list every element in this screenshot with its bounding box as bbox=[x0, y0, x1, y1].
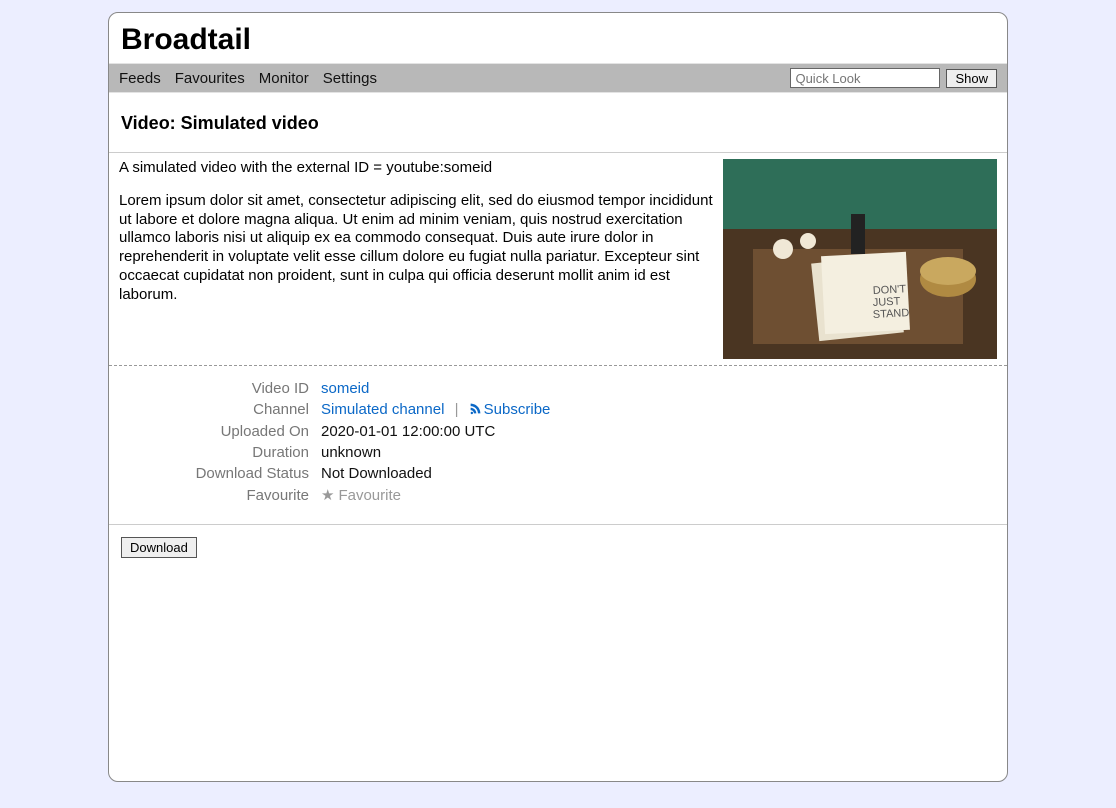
video-thumbnail: DON'T JUST STAND bbox=[723, 159, 997, 359]
separator: | bbox=[449, 401, 465, 418]
value-uploaded: 2020-01-01 12:00:00 UTC bbox=[321, 423, 495, 440]
row-video-id: Video ID someid bbox=[121, 380, 995, 397]
label-video-id: Video ID bbox=[121, 380, 321, 397]
quicklook-input[interactable] bbox=[790, 68, 940, 88]
svg-text:DON'T: DON'T bbox=[873, 283, 907, 297]
label-download-status: Download Status bbox=[121, 465, 321, 482]
nav-links: Feeds Favourites Monitor Settings bbox=[119, 70, 377, 87]
row-duration: Duration unknown bbox=[121, 444, 995, 461]
rss-icon bbox=[469, 402, 482, 419]
row-uploaded: Uploaded On 2020-01-01 12:00:00 UTC bbox=[121, 423, 995, 440]
nav-feeds[interactable]: Feeds bbox=[119, 70, 161, 87]
subscribe-label: Subscribe bbox=[484, 401, 551, 418]
show-button[interactable]: Show bbox=[946, 69, 997, 88]
label-uploaded: Uploaded On bbox=[121, 423, 321, 440]
value-channel[interactable]: Simulated channel bbox=[321, 401, 444, 418]
value-video-id[interactable]: someid bbox=[321, 380, 369, 397]
app-title: Broadtail bbox=[121, 23, 995, 57]
value-download-status: Not Downloaded bbox=[321, 465, 432, 482]
actions-section: Download bbox=[109, 525, 1007, 570]
label-duration: Duration bbox=[121, 444, 321, 461]
value-duration: unknown bbox=[321, 444, 381, 461]
header: Broadtail bbox=[109, 13, 1007, 63]
nav-favourites[interactable]: Favourites bbox=[175, 70, 245, 87]
details-section: Video ID someid Channel Simulated channe… bbox=[109, 366, 1007, 525]
row-favourite: Favourite ★Favourite bbox=[121, 486, 995, 504]
favourite-toggle[interactable]: ★Favourite bbox=[321, 486, 401, 504]
page-title: Video: Simulated video bbox=[109, 93, 1007, 153]
nav-settings[interactable]: Settings bbox=[323, 70, 377, 87]
navbar: Feeds Favourites Monitor Settings Show bbox=[109, 63, 1007, 93]
row-download-status: Download Status Not Downloaded bbox=[121, 465, 995, 482]
description-body: Lorem ipsum dolor sit amet, consectetur … bbox=[119, 192, 715, 305]
label-favourite: Favourite bbox=[121, 487, 321, 504]
description-text: A simulated video with the external ID =… bbox=[119, 159, 723, 359]
star-icon: ★ bbox=[321, 487, 334, 504]
value-favourite: Favourite bbox=[338, 487, 401, 504]
description-line1: A simulated video with the external ID =… bbox=[119, 159, 715, 178]
download-button[interactable]: Download bbox=[121, 537, 197, 558]
svg-text:STAND: STAND bbox=[873, 307, 910, 321]
subscribe-link[interactable]: Subscribe bbox=[469, 401, 551, 418]
app-frame: Broadtail Feeds Favourites Monitor Setti… bbox=[108, 12, 1008, 782]
nav-monitor[interactable]: Monitor bbox=[259, 70, 309, 87]
label-channel: Channel bbox=[121, 401, 321, 418]
row-channel: Channel Simulated channel | Subscribe bbox=[121, 401, 995, 419]
description-section: A simulated video with the external ID =… bbox=[109, 153, 1007, 366]
